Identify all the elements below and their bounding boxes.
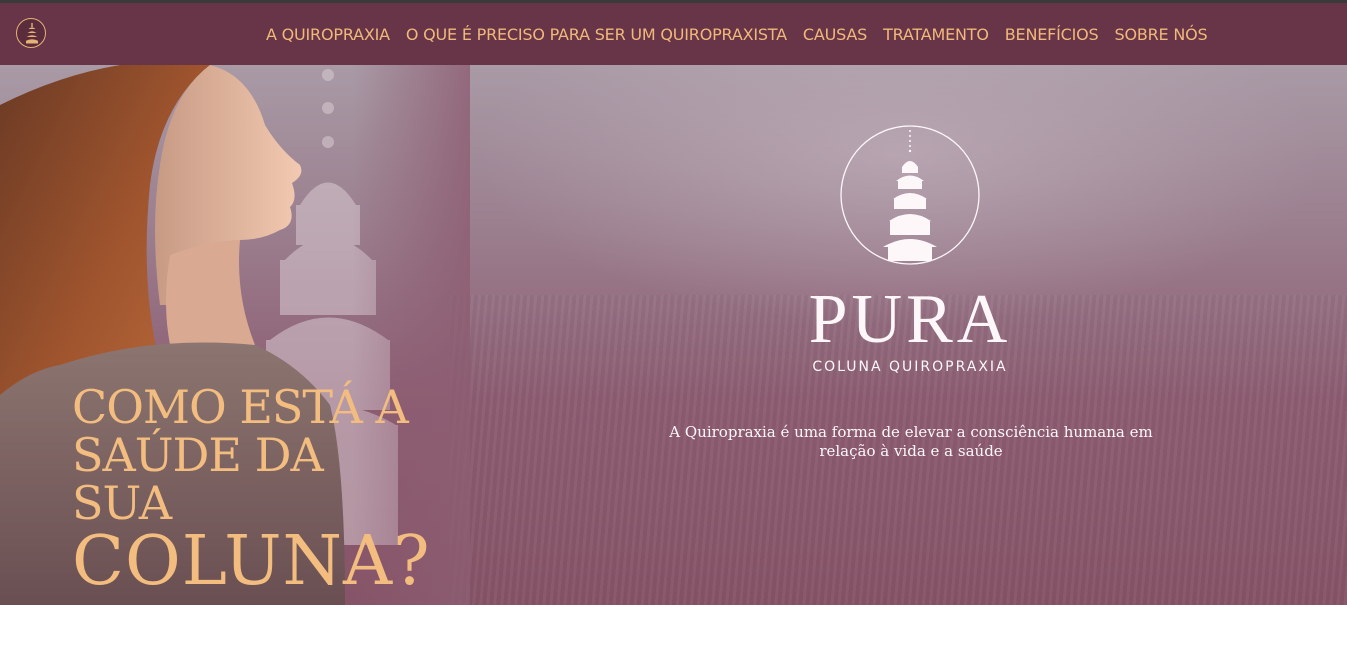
headline-line-2: SAÚDE DA SUA — [72, 428, 324, 530]
nav-item-a-quiropraxia[interactable]: A QUIROPRAXIA — [258, 25, 398, 44]
nav-item-beneficios[interactable]: BENEFÍCIOS — [997, 25, 1107, 44]
nav-menu: A QUIROPRAXIA O QUE É PRECISO PARA SER U… — [258, 3, 1215, 65]
nav-item-tratamento[interactable]: TRATAMENTO — [875, 25, 997, 44]
pagoda-emblem-icon — [840, 125, 980, 265]
headline-line-3: COLUNA? — [72, 522, 431, 601]
hero-headline: COMO ESTÁ A SAÚDE DA SUA COLUNA? — [72, 383, 432, 597]
brand-subtitle: COLUNA QUIROPRAXIA — [812, 359, 1008, 375]
hero-banner: COMO ESTÁ A SAÚDE DA SUA COLUNA? PURA CO… — [0, 65, 1347, 605]
nav-item-sobre-nos[interactable]: SOBRE NÓS — [1107, 25, 1216, 44]
nav-item-o-que-e-preciso[interactable]: O QUE É PRECISO PARA SER UM QUIROPRAXIST… — [398, 25, 795, 44]
brand-name: PURA — [808, 281, 1012, 358]
pagoda-logo-icon[interactable] — [16, 18, 46, 48]
brand-block: PURA COLUNA QUIROPRAXIA — [780, 123, 1040, 375]
main-navbar: A QUIROPRAXIA O QUE É PRECISO PARA SER U… — [0, 3, 1347, 65]
nav-item-causas[interactable]: CAUSAS — [795, 25, 875, 44]
headline-line-1: COMO ESTÁ A — [72, 380, 409, 434]
hero-tagline: A Quiropraxia é uma forma de elevar a co… — [669, 423, 1153, 460]
